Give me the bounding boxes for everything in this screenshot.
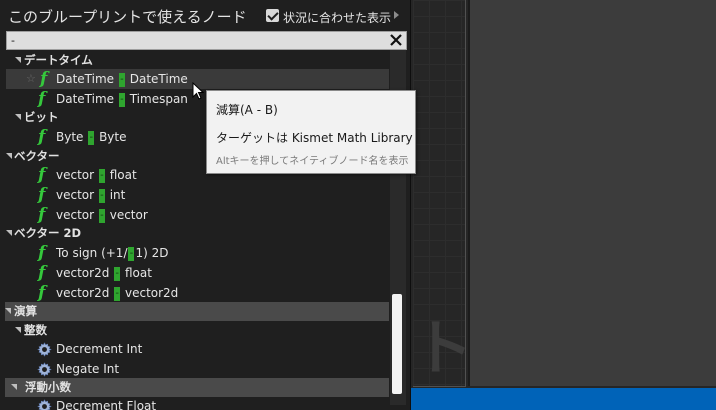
collapse-arrow-icon[interactable] xyxy=(15,57,21,63)
item-label: Negate Int xyxy=(56,362,120,376)
list-item-decrement-int[interactable]: Decrement Int xyxy=(0,339,390,359)
list-item-vector2d-float[interactable]: f vector2d - float xyxy=(0,263,390,283)
favorite-star-icon[interactable]: ☆ xyxy=(26,69,36,89)
category-label: 浮動小数 xyxy=(25,380,71,394)
list-item-vector-vector[interactable]: f vector - vector xyxy=(0,205,390,225)
palette-header: このブループリントで使えるノード 状況に合わせた表示 xyxy=(0,0,410,32)
item-label: vector2d - float xyxy=(56,266,152,281)
category-vector2d[interactable]: ベクター 2D xyxy=(0,223,390,243)
collapse-arrow-icon[interactable] xyxy=(6,153,12,159)
item-label: Decrement Float xyxy=(56,399,157,410)
collapse-arrow-icon[interactable] xyxy=(5,308,11,314)
item-label: DateTime - DateTime xyxy=(56,72,188,87)
function-icon: f xyxy=(38,205,46,225)
list-item-vector2d-vector2d[interactable]: f vector2d - vector2d xyxy=(0,283,390,303)
list-item-negate-int[interactable]: Negate Int xyxy=(0,359,390,379)
gear-icon xyxy=(37,342,52,357)
close-icon[interactable] xyxy=(389,33,403,47)
context-sensitive-checkbox[interactable] xyxy=(266,9,279,22)
list-item-decrement-float[interactable]: Decrement Float xyxy=(0,396,390,410)
category-float[interactable]: 浮動小数 xyxy=(5,378,389,397)
collapse-arrow-icon[interactable] xyxy=(6,230,12,236)
graph-watermark: ト xyxy=(413,314,473,384)
item-label: DateTime - Timespan xyxy=(56,92,188,107)
context-sensitive-label[interactable]: 状況に合わせた表示 xyxy=(283,9,391,26)
item-label: vector - int xyxy=(56,188,126,203)
function-icon: f xyxy=(38,165,46,185)
category-integer[interactable]: 整数 xyxy=(0,320,390,340)
function-icon: f xyxy=(38,263,46,283)
item-label: vector - vector xyxy=(56,208,148,223)
tooltip-title: 減算(A - B) xyxy=(216,103,278,117)
search-box[interactable] xyxy=(6,31,407,50)
gear-icon xyxy=(37,362,52,377)
search-input[interactable] xyxy=(11,32,381,49)
details-panel xyxy=(468,0,716,386)
category-label: ビット xyxy=(24,110,59,124)
function-icon: f xyxy=(38,243,46,263)
category-label: 整数 xyxy=(24,323,47,337)
item-label: vector2d - vector2d xyxy=(56,286,179,301)
category-label: ベクター xyxy=(14,149,60,163)
item-label: To sign (+1/-1) 2D xyxy=(56,246,169,261)
function-icon: f xyxy=(38,127,46,147)
collapse-arrow-icon[interactable] xyxy=(15,114,21,120)
list-item-to-sign-2d[interactable]: f To sign (+1/-1) 2D xyxy=(0,243,390,263)
collapse-arrow-icon[interactable] xyxy=(11,384,17,390)
collapse-arrow-icon[interactable] xyxy=(15,327,21,333)
tooltip-target: ターゲットは Kismet Math Library xyxy=(216,131,413,145)
function-icon: f xyxy=(38,185,46,205)
list-item-vector-int[interactable]: f vector - int xyxy=(0,185,390,205)
category-label: ベクター 2D xyxy=(14,226,82,240)
node-tooltip: 減算(A - B) ターゲットは Kismet Math Library Alt… xyxy=(206,90,416,174)
category-math[interactable]: 演算 xyxy=(5,302,389,321)
gear-icon xyxy=(37,399,52,410)
function-icon: f xyxy=(38,89,46,109)
item-label: Byte - Byte xyxy=(56,130,127,145)
taskbar xyxy=(410,388,716,410)
item-label: Decrement Int xyxy=(56,342,143,356)
category-datetime[interactable]: デートタイム xyxy=(0,50,390,70)
function-icon: f xyxy=(38,283,46,303)
tooltip-hint: Altキーを押してネイティブノード名を表示 xyxy=(216,156,409,167)
function-icon: f xyxy=(40,69,48,89)
chevron-right-icon[interactable] xyxy=(394,11,399,19)
mouse-cursor-icon xyxy=(192,82,204,100)
item-label: vector - float xyxy=(56,168,137,183)
category-label: デートタイム xyxy=(24,53,93,67)
category-label: 演算 xyxy=(14,304,37,318)
scrollbar-thumb[interactable] xyxy=(392,294,402,394)
action-palette: このブループリントで使えるノード 状況に合わせた表示 デートタイム ☆ f Da… xyxy=(0,0,411,410)
palette-title: このブループリントで使えるノード xyxy=(8,8,247,26)
